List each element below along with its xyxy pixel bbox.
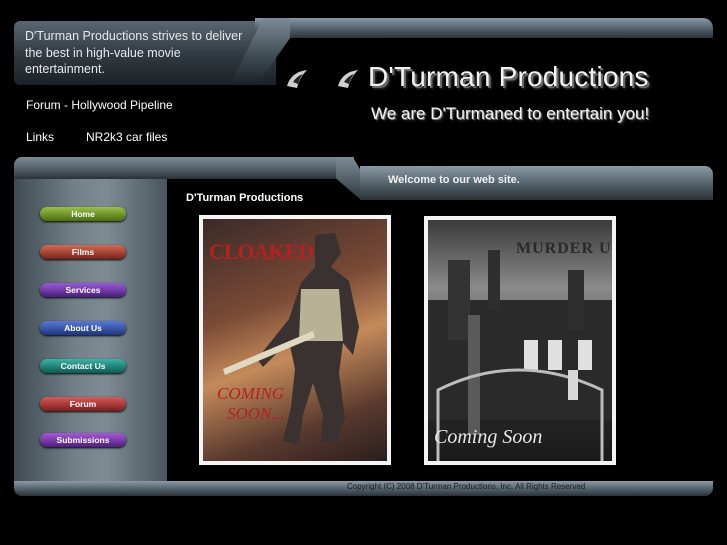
copyright-text: Copyright (C) 2008 D'Turman Productions,… [347,482,586,491]
nr2k3-link[interactable]: NR2k3 car files [86,130,167,144]
tagline-text: D'Turman Productions strives to deliver … [25,29,243,76]
forum-link[interactable]: Forum - Hollywood Pipeline [26,98,173,112]
eye-logo-icon [338,70,358,88]
poster-coming-soon: COMING SOON... [217,384,284,424]
cloaked-poster[interactable]: CLOAKED COMING SOON... [199,215,391,465]
welcome-text: Welcome to our web site. [388,174,520,186]
poster-coming-soon: Coming Soon [434,426,543,448]
poster-title: MURDER U [516,240,612,257]
nav-home-button[interactable]: Home [40,207,126,221]
middle-bar-left [14,157,354,179]
caption-line: SOON... [227,404,285,423]
nav-about-button[interactable]: About Us [40,321,126,335]
brand-slogan: We are D'Turmaned to entertain you! [371,104,650,123]
poster-image: CLOAKED COMING SOON... [203,219,387,461]
nav-films-button[interactable]: Films [40,245,126,259]
nav-contact-button[interactable]: Contact Us [40,359,126,373]
nav-services-button[interactable]: Services [40,283,126,297]
caption-line: COMING [217,384,285,403]
section-title: D'Turman Productions [186,192,304,204]
nav-forum-button[interactable]: Forum [40,397,126,411]
nav-submissions-button[interactable]: Submissions [40,433,126,447]
links-link[interactable]: Links [26,130,54,144]
poster-image: MURDER U Coming Soon [428,220,612,461]
murder-u-poster[interactable]: MURDER U Coming Soon [424,216,616,465]
poster-title: CLOAKED [209,239,314,264]
brand-title: D'Turman Productions [368,61,649,92]
header-top-bar [255,18,713,38]
eye-logo-icon [287,70,307,88]
